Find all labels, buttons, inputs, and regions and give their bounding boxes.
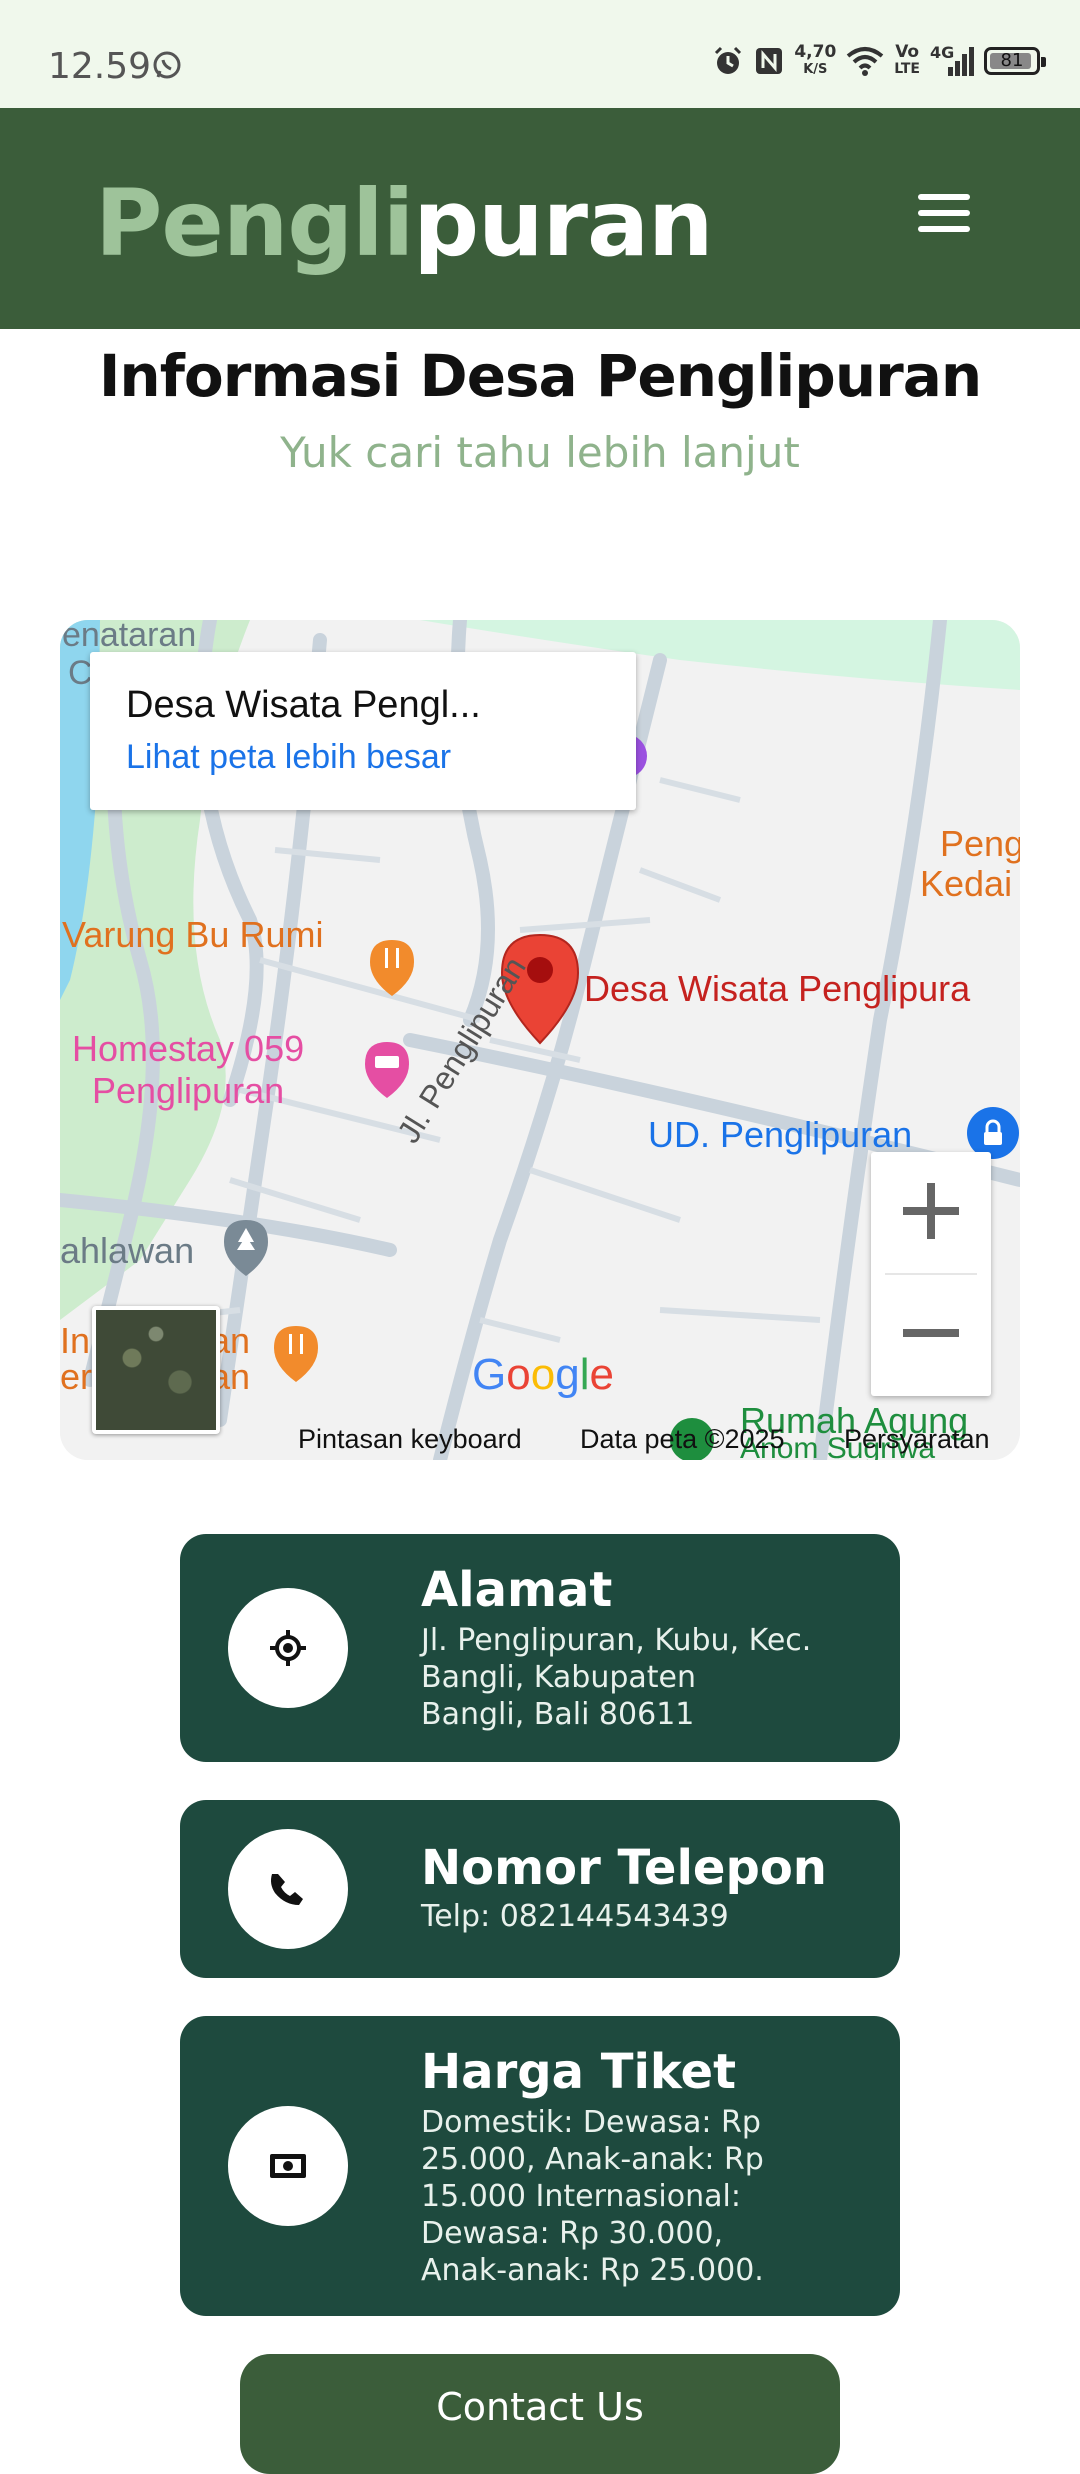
- map-data-attribution: Data peta ©2025: [580, 1424, 785, 1454]
- hamburger-menu-icon[interactable]: [918, 194, 978, 244]
- embedded-map[interactable]: enataran C Pengli Kedai J Varung Bu Rumi…: [60, 620, 1020, 1460]
- address-card: Alamat Jl. Penglipuran, Kubu, Kec. Bangl…: [180, 1534, 900, 1762]
- phone-details: Telp: 082144543439: [421, 1899, 729, 1934]
- phone-icon: [271, 1874, 303, 1905]
- phone-card: Nomor Telepon Telp: 082144543439: [180, 1800, 900, 1978]
- map-label-penataran: enataran: [62, 620, 197, 654]
- keyboard-shortcuts-link[interactable]: Pintasan keyboard: [298, 1424, 522, 1455]
- zoom-out-button[interactable]: [871, 1274, 991, 1395]
- address-details: Jl. Penglipuran, Kubu, Kec. Bangli, Kabu…: [421, 1623, 812, 1732]
- ticket-price-details: Domestik: Dewasa: Rp 25.000, Anak-anak: …: [421, 2105, 764, 2288]
- satellite-toggle-thumbnail[interactable]: [92, 1306, 220, 1434]
- google-logo: Google: [472, 1350, 614, 1399]
- money-icon: [270, 2154, 306, 2178]
- nfc-icon: [756, 48, 783, 74]
- volte-indicator: Vo LTE: [894, 42, 920, 78]
- map-footer: Pintasan keyboard Data peta ©2025 Persya…: [60, 1420, 1020, 1460]
- map-place-card: Desa Wisata Pengl... Lihat peta lebih be…: [90, 652, 636, 810]
- ticket-price-card: Harga Tiket Domestik: Dewasa: Rp 25.000,…: [180, 2016, 900, 2316]
- page-subtitle: Yuk cari tahu lebih lanjut: [280, 428, 800, 477]
- address-icon-circle: [228, 1588, 348, 1708]
- ticket-icon-circle: [228, 2106, 348, 2226]
- map-label-desa-wisata: Desa Wisata Penglipura: [584, 968, 971, 1009]
- network-speed: 4,70 K/S: [794, 42, 837, 78]
- ticket-price-title: Harga Tiket: [421, 2044, 737, 2100]
- view-larger-map-link[interactable]: Lihat peta lebih besar: [126, 738, 451, 777]
- map-place-title: Desa Wisata Pengl...: [126, 684, 481, 726]
- map-label-warung: Varung Bu Rumi: [62, 914, 324, 955]
- signal-icon: 4G: [930, 43, 974, 77]
- site-logo[interactable]: Penglipuran: [95, 170, 714, 277]
- logo-part-1: Pengli: [95, 170, 414, 277]
- battery-icon: 81: [984, 47, 1046, 75]
- status-bar: 12.59 4,70 K/S Vo LTE 4G 81: [0, 0, 1080, 108]
- map-label-ud: UD. Penglipuran: [648, 1114, 913, 1155]
- status-time: 12.59: [48, 46, 152, 87]
- contact-us-button[interactable]: Contact Us: [240, 2354, 840, 2474]
- terms-link[interactable]: Persyaratan: [844, 1424, 990, 1455]
- wifi-icon: [847, 47, 884, 76]
- location-target-icon: [270, 1630, 306, 1666]
- map-label-c: C: [68, 654, 93, 692]
- whatsapp-icon: [153, 51, 181, 79]
- phone-title: Nomor Telepon: [421, 1840, 827, 1896]
- logo-part-2: puran: [413, 170, 713, 277]
- map-label-pahlawan: ahlawan: [60, 1230, 195, 1271]
- zoom-in-button[interactable]: [871, 1152, 991, 1273]
- address-title: Alamat: [421, 1562, 613, 1618]
- page-title: Informasi Desa Penglipuran: [98, 342, 982, 410]
- phone-icon-circle: [228, 1829, 348, 1949]
- map-label-homestay: Homestay 059 Penglipuran: [72, 1028, 305, 1111]
- map-label-pengli-kedai: Pengli Kedai J: [920, 823, 1020, 904]
- map-zoom-control: [871, 1152, 991, 1396]
- site-header: Penglipuran: [0, 108, 1080, 329]
- alarm-icon: [715, 46, 742, 74]
- map-label-er: er: [60, 1356, 93, 1397]
